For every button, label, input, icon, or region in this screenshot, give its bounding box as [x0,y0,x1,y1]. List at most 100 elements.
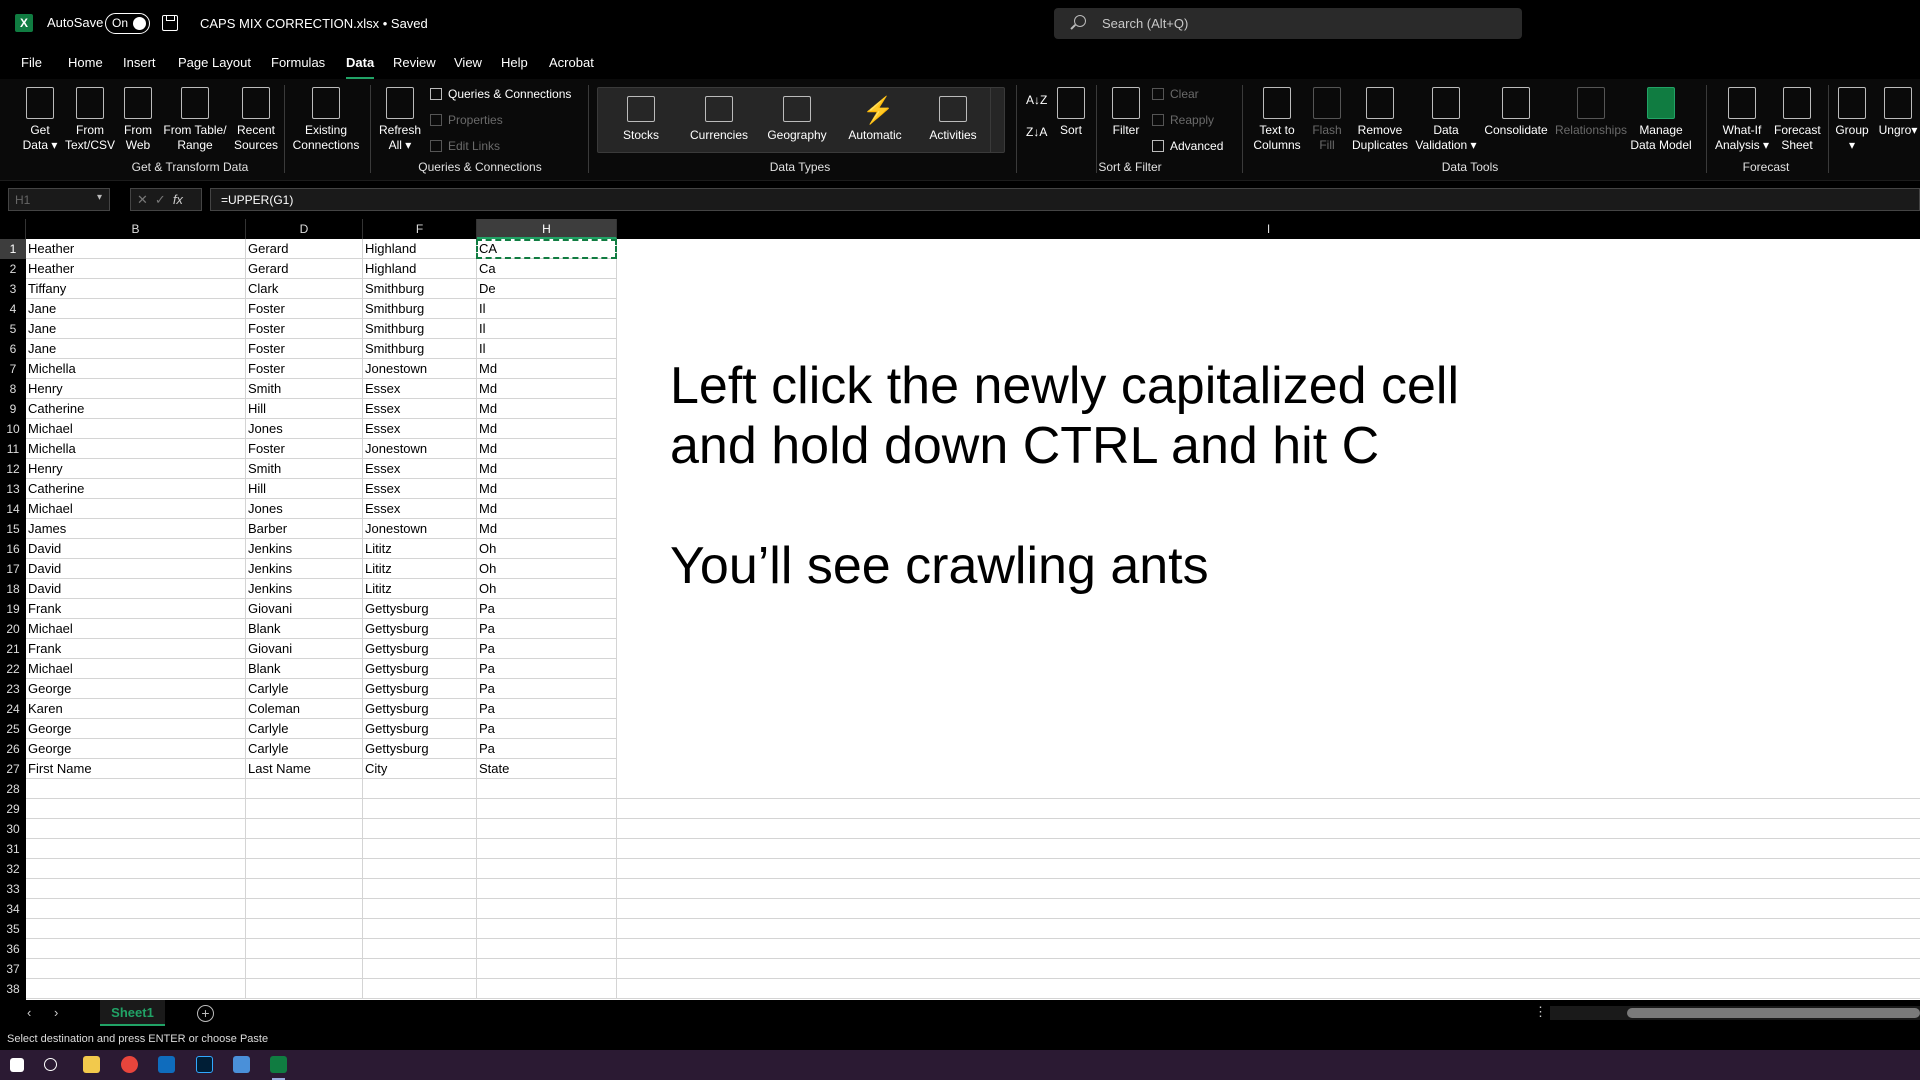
sort-ascending-button[interactable]: A↓Z [1026,93,1047,107]
table-cell[interactable]: Heather [28,259,244,279]
table-cell[interactable]: Pa [479,699,615,719]
row-header[interactable]: 36 [0,939,26,959]
table-cell[interactable]: Heather [28,239,244,259]
row-header[interactable]: 2 [0,259,26,279]
stocks-button[interactable]: Stocks [604,96,678,142]
filter-button[interactable]: Filter [1108,87,1144,138]
table-cell[interactable]: George [28,679,244,699]
table-cell[interactable]: Blank [248,659,361,679]
table-cell[interactable]: Smithburg [365,319,475,339]
table-cell[interactable]: Md [479,439,615,459]
row-header[interactable]: 27 [0,759,26,779]
row-header[interactable]: 32 [0,859,26,879]
row-header[interactable]: 7 [0,359,26,379]
forecast-sheet-button[interactable]: Forecast Sheet [1774,87,1821,153]
table-cell[interactable]: Michael [28,619,244,639]
document-title[interactable]: CAPS MIX CORRECTION.xlsx • Saved [200,16,428,31]
row-header[interactable]: 8 [0,379,26,399]
refresh-all-button[interactable]: Refresh All ▾ [378,87,422,153]
tab-page-layout[interactable]: Page Layout [178,55,251,70]
table-cell[interactable]: Michella [28,359,244,379]
table-cell[interactable]: Lititz [365,559,475,579]
row-header[interactable]: 13 [0,479,26,499]
table-cell[interactable]: Gettysburg [365,639,475,659]
row-header[interactable]: 37 [0,959,26,979]
row-header[interactable]: 23 [0,679,26,699]
row-header[interactable]: 31 [0,839,26,859]
spreadsheet-grid[interactable]: 1 2 3 4 5 6 7 8 9 10 11 12 13 14 15 16 17 18 19 20 21 22 23 24 2… [0,239,1920,1000]
table-cell[interactable]: Smithburg [365,279,475,299]
table-cell[interactable]: Lititz [365,579,475,599]
name-box[interactable]: H1 ▾ [8,188,110,211]
table-cell[interactable]: Highland [365,259,475,279]
table-cell[interactable]: Foster [248,439,361,459]
edit-links-button[interactable]: Edit Links [430,139,500,153]
table-cell[interactable]: Pa [479,639,615,659]
automatic-button[interactable]: ⚡ Automatic [838,96,912,142]
table-cell[interactable]: State [479,759,615,779]
table-cell[interactable]: Oh [479,559,615,579]
table-cell[interactable]: Smithburg [365,339,475,359]
sheet-tab-sheet1[interactable]: Sheet1 [100,1000,165,1026]
row-header[interactable]: 14 [0,499,26,519]
add-sheet-icon[interactable]: + [197,1005,214,1022]
table-cell[interactable]: Gettysburg [365,599,475,619]
table-cell[interactable]: Md [479,419,615,439]
file-explorer-icon[interactable] [83,1056,100,1073]
table-cell[interactable]: James [28,519,244,539]
table-cell[interactable]: Oh [479,579,615,599]
formula-input[interactable]: =UPPER(G1) [210,188,1920,211]
table-cell[interactable]: Md [479,479,615,499]
table-cell[interactable]: Gettysburg [365,739,475,759]
table-cell[interactable]: Jenkins [248,559,361,579]
table-cell[interactable]: Giovani [248,639,361,659]
table-cell[interactable]: Catherine [28,479,244,499]
tab-file[interactable]: File [21,55,42,70]
table-cell[interactable]: Md [479,459,615,479]
flash-fill-button[interactable]: Flash Fill [1308,87,1346,153]
table-cell[interactable]: David [28,539,244,559]
table-cell[interactable]: Henry [28,379,244,399]
row-header[interactable]: 30 [0,819,26,839]
table-cell[interactable]: Carlyle [248,679,361,699]
table-cell[interactable]: Jonestown [365,359,475,379]
save-icon[interactable] [162,15,178,31]
table-cell[interactable]: City [365,759,475,779]
horizontal-scrollbar[interactable] [1550,1006,1920,1020]
more-options-icon[interactable]: ⋮ [1534,1004,1547,1020]
table-cell[interactable]: Catherine [28,399,244,419]
get-data-button[interactable]: Get Data ▾ [20,87,60,153]
table-cell[interactable]: Michael [28,419,244,439]
table-cell[interactable]: Michella [28,439,244,459]
ungroup-button[interactable]: Ungro▾ [1876,87,1920,138]
table-cell[interactable]: De [479,279,615,299]
table-cell[interactable]: Pa [479,659,615,679]
column-header-f[interactable]: F [363,219,477,239]
table-cell[interactable]: Jenkins [248,539,361,559]
remove-duplicates-button[interactable]: Remove Duplicates [1350,87,1410,153]
row-header[interactable]: 34 [0,899,26,919]
table-cell[interactable]: Smith [248,379,361,399]
gallery-scroll-buttons[interactable] [990,88,1004,152]
table-cell[interactable]: Gettysburg [365,719,475,739]
from-table-range-button[interactable]: From Table/ Range [160,87,230,153]
group-button[interactable]: Group ▾ [1832,87,1872,153]
row-header[interactable]: 38 [0,979,26,999]
row-header[interactable]: 4 [0,299,26,319]
table-cell[interactable]: Henry [28,459,244,479]
table-cell[interactable]: Frank [28,639,244,659]
table-cell[interactable]: Jane [28,319,244,339]
table-cell[interactable]: George [28,719,244,739]
table-cell[interactable]: David [28,559,244,579]
search-box[interactable]: Search (Alt+Q) [1054,8,1522,39]
row-header[interactable]: 22 [0,659,26,679]
table-cell[interactable]: Essex [365,399,475,419]
tab-acrobat[interactable]: Acrobat [549,55,594,70]
table-cell[interactable]: Last Name [248,759,361,779]
relationships-button[interactable]: Relationships [1554,87,1628,138]
existing-connections-button[interactable]: Existing Connections [290,87,362,153]
table-cell[interactable]: Oh [479,539,615,559]
tab-review[interactable]: Review [393,55,436,70]
tab-data[interactable]: Data [346,55,375,80]
table-cell[interactable]: Md [479,499,615,519]
